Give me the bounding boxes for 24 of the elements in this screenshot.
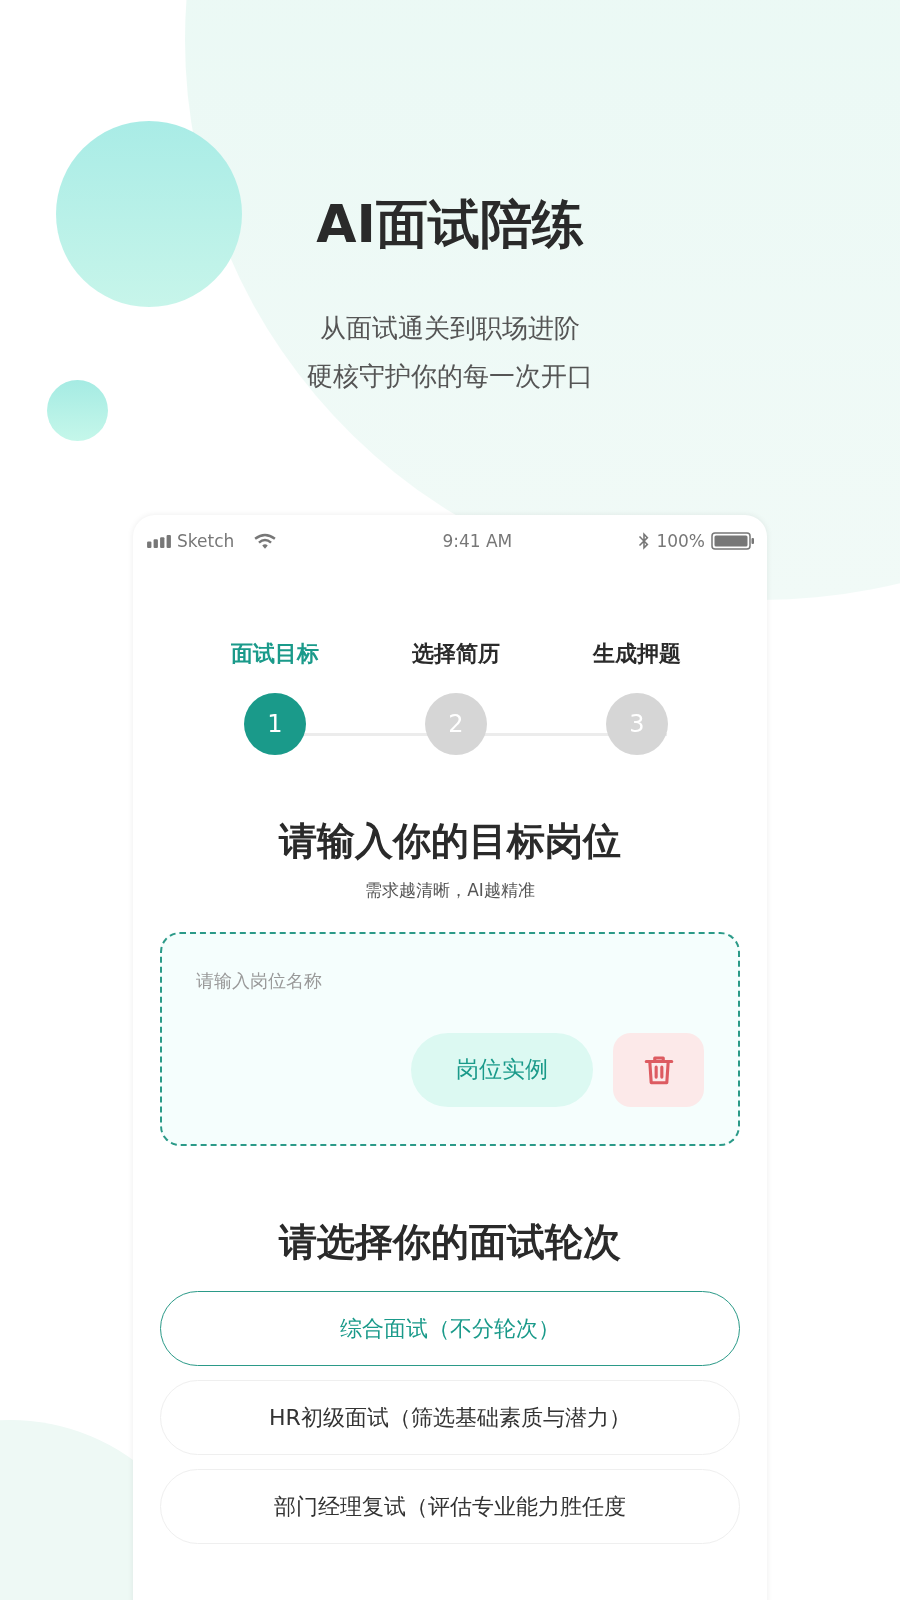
section-hint: 需求越清晰，AI越精准 [364,878,536,902]
position-input[interactable]: 请输入岗位名称 [196,969,496,991]
section-heading: 请输入你的目标岗位 [277,819,622,865]
step-number: 1 [244,693,306,755]
step-label: 面试目标 [231,640,319,668]
carrier-name: Sketch [177,531,235,551]
round-option[interactable]: 综合面试（不分轮次） [160,1291,740,1367]
round-option[interactable]: 部门经理复试（评估专业能力胜任度 [160,1469,740,1545]
wifi-icon [254,533,277,549]
section-heading: 请选择你的面试轮次 [277,1219,622,1266]
hero-subtitle: 硬核守护你的每一次开口 [307,359,593,393]
battery-icon [711,532,755,550]
example-button[interactable]: 岗位实例 [411,1032,593,1107]
hero-subtitle: 从面试通关到职场进阶 [320,312,580,345]
signal-icon [147,534,171,548]
delete-button[interactable] [613,1032,704,1107]
status-time: 9:41 AM [442,531,513,551]
hero-title: AI面试陪练 [316,198,584,250]
step-label: 生成押题 [593,640,681,668]
battery-percent: 100% [656,531,705,551]
step-label: 选择简历 [412,640,500,668]
position-input-area[interactable]: 请输入岗位名称 岗位实例 [160,931,740,1146]
round-option[interactable]: HR初级面试（筛选基础素质与潜力） [160,1380,740,1456]
bluetooth-icon [638,532,651,550]
